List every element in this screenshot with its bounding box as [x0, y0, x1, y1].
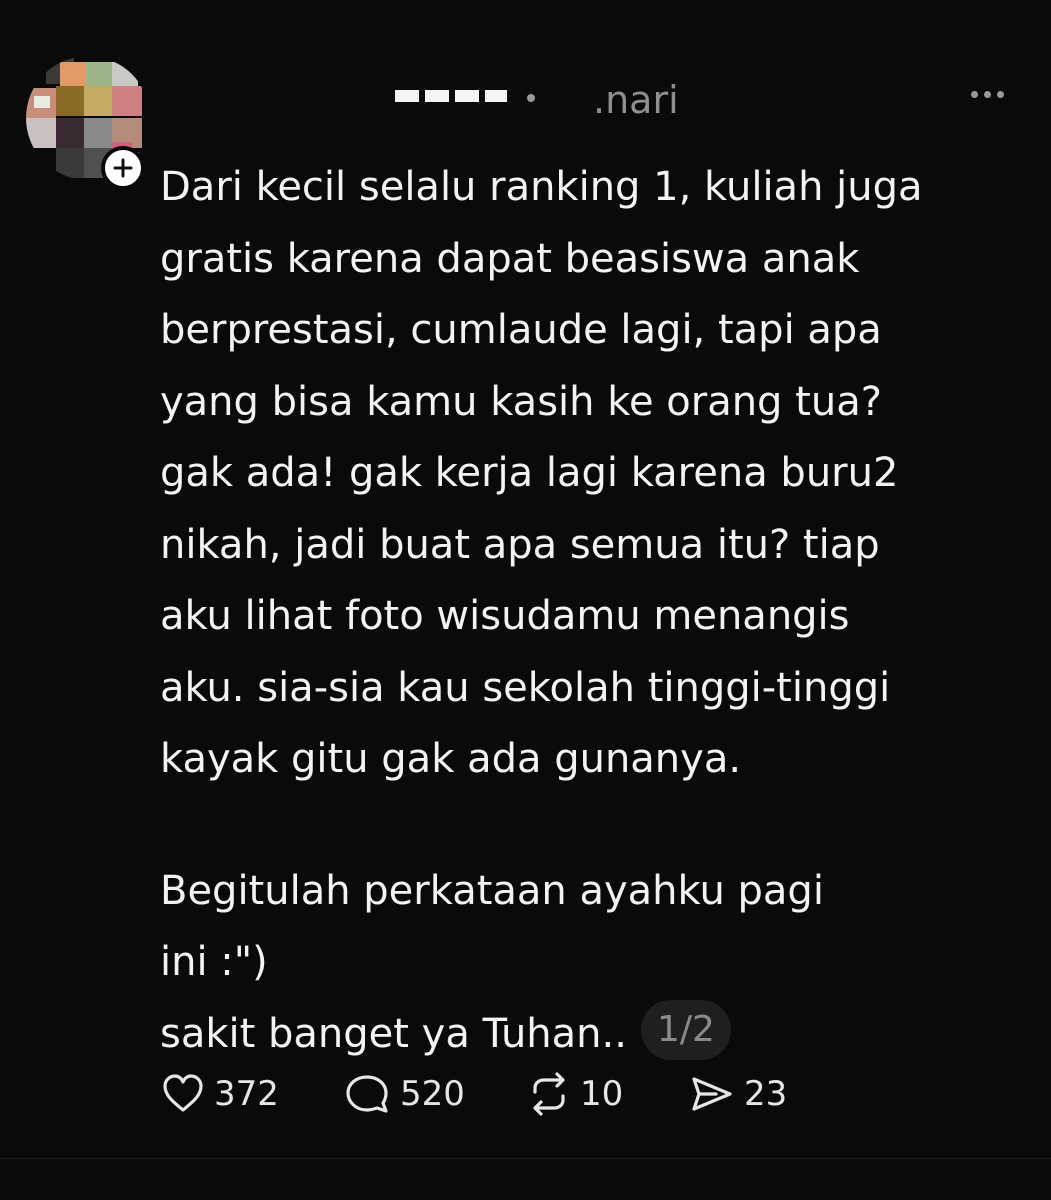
action-bar: 372 520 10 23 — [160, 1066, 920, 1122]
like-button[interactable]: 372 — [160, 1066, 279, 1122]
comment-count: 520 — [400, 1074, 465, 1114]
username-redacted[interactable] — [395, 90, 535, 102]
post-divider — [0, 1158, 1051, 1159]
post-body: Dari kecil selalu ranking 1, kuliah juga… — [160, 152, 1010, 1070]
share-count: 23 — [744, 1074, 788, 1114]
heart-icon — [163, 1074, 203, 1112]
post-timestamp: .nari — [593, 78, 679, 122]
thread-post: .nari Dari kecil selalu ranking 1, kulia… — [0, 0, 1051, 1200]
more-options-icon[interactable] — [966, 80, 1008, 108]
plus-icon — [113, 158, 133, 178]
follow-button[interactable] — [101, 146, 145, 190]
post-paragraph: Begitulah perkataan ayahku pagi ini :") … — [160, 856, 1010, 1071]
share-button[interactable]: 23 — [686, 1066, 787, 1122]
comment-icon — [346, 1075, 388, 1113]
repost-button[interactable]: 10 — [526, 1066, 623, 1122]
post-paragraph: Dari kecil selalu ranking 1, kuliah juga… — [160, 164, 923, 782]
page-indicator: 1/2 — [640, 999, 731, 1060]
share-icon — [692, 1077, 732, 1111]
post-header: .nari — [175, 74, 895, 126]
like-count: 372 — [214, 1074, 279, 1114]
repost-count: 10 — [580, 1074, 624, 1114]
comment-button[interactable]: 520 — [342, 1066, 465, 1122]
repost-icon — [533, 1072, 565, 1116]
